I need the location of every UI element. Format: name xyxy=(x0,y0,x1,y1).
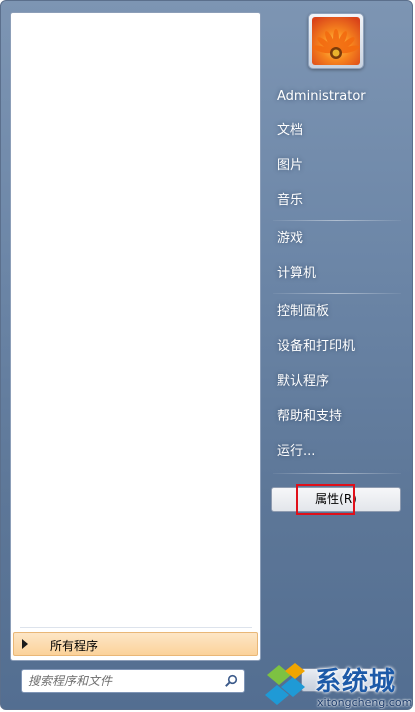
menu-divider xyxy=(273,293,401,294)
shutdown-button[interactable] xyxy=(301,668,363,692)
run-link[interactable]: 运行... xyxy=(273,438,401,466)
computer-link[interactable]: 计算机 xyxy=(273,260,401,288)
documents-link[interactable]: 文档 xyxy=(273,117,401,145)
all-programs-button[interactable]: 所有程序 xyxy=(13,632,258,656)
flower-picture-icon xyxy=(312,17,360,65)
triangle-right-icon xyxy=(22,639,28,649)
games-link[interactable]: 游戏 xyxy=(273,225,401,253)
music-link[interactable]: 音乐 xyxy=(273,187,401,215)
pictures-link[interactable]: 图片 xyxy=(273,152,401,180)
program-list-panel: 所有程序 xyxy=(10,12,261,661)
user-name-link[interactable]: Administrator xyxy=(273,83,401,111)
start-menu: 所有程序 搜索程序和文件 Administrator 文档 图片 音乐 游戏 计… xyxy=(0,0,413,710)
control-panel-link[interactable]: 控制面板 xyxy=(273,298,401,326)
properties-button-label: 属性(R) xyxy=(315,492,357,506)
devices-and-printers-link[interactable]: 设备和打印机 xyxy=(273,333,401,361)
menu-divider xyxy=(273,220,401,221)
shutdown-options-button[interactable] xyxy=(362,668,386,692)
watermark-url: xitongcheng.com xyxy=(317,696,413,709)
search-box[interactable] xyxy=(21,669,245,693)
menu-divider xyxy=(273,473,401,474)
search-input[interactable] xyxy=(28,672,218,690)
all-programs-label: 所有程序 xyxy=(50,639,99,653)
user-avatar[interactable] xyxy=(308,13,364,69)
default-programs-link[interactable]: 默认程序 xyxy=(273,368,401,396)
properties-button[interactable]: 属性(R) xyxy=(271,487,401,512)
program-list-divider xyxy=(20,627,252,628)
help-and-support-link[interactable]: 帮助和支持 xyxy=(273,403,401,431)
search-icon[interactable] xyxy=(224,674,238,688)
